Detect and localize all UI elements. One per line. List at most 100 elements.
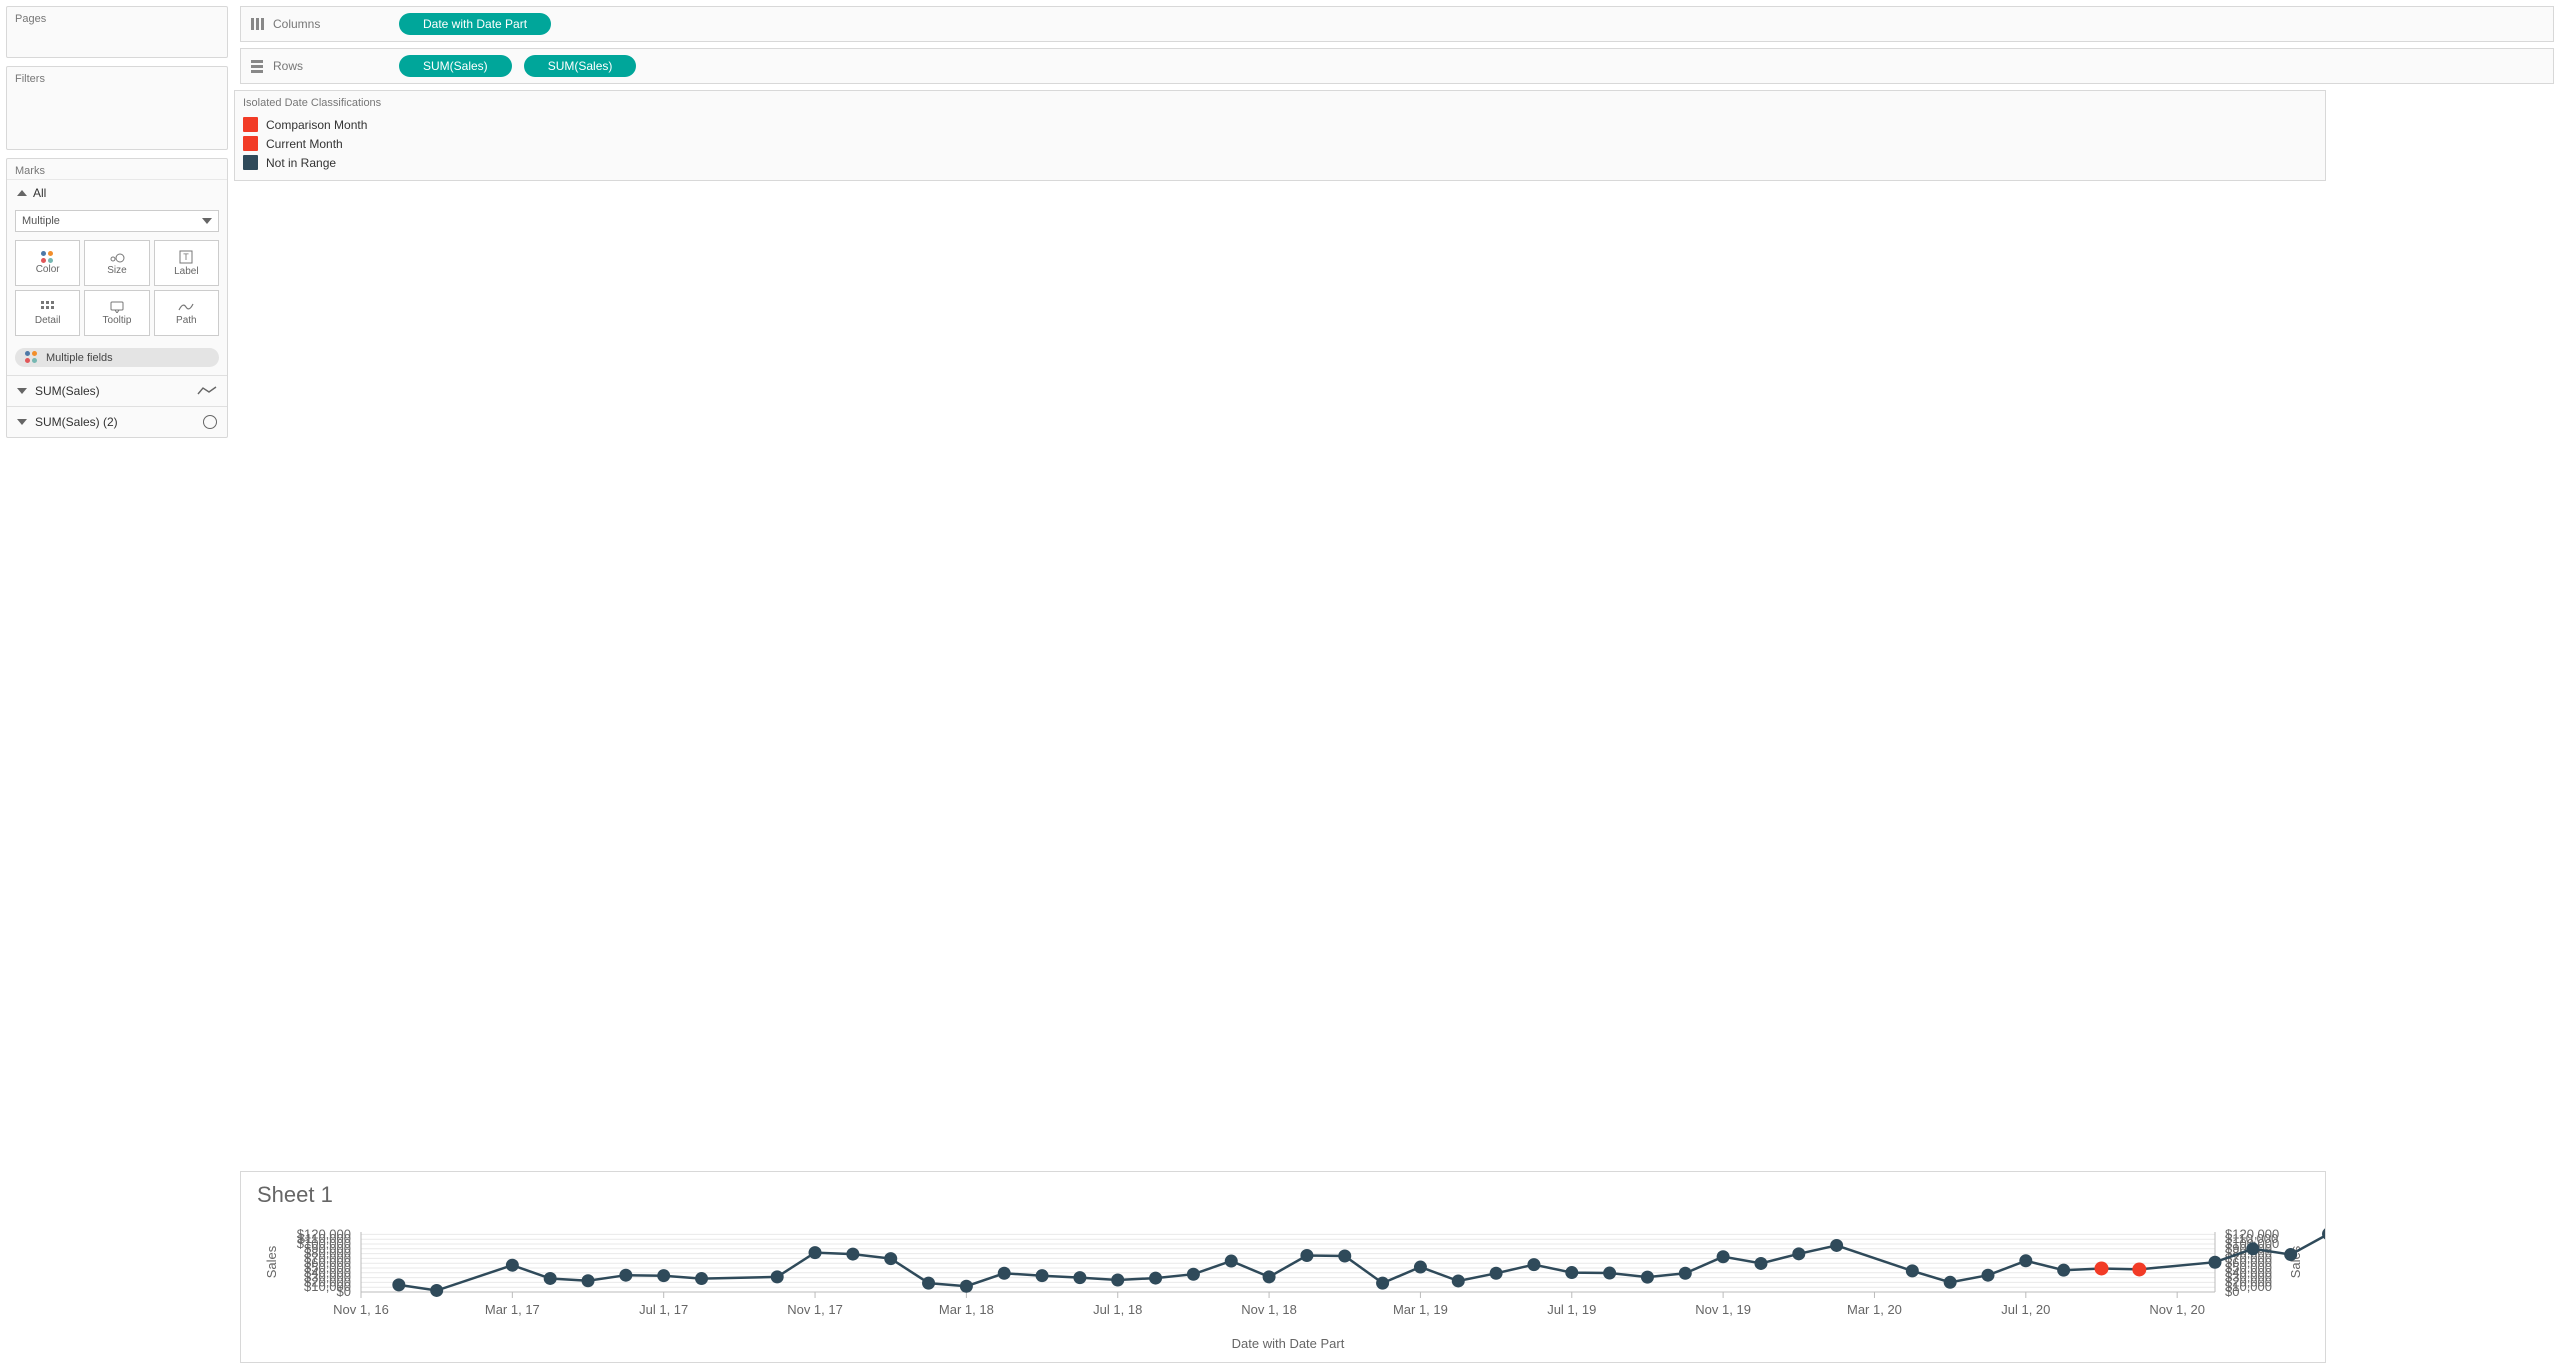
chart-point[interactable]: [1073, 1271, 1086, 1284]
color-icon: [25, 351, 38, 364]
chart-point[interactable]: [1754, 1257, 1767, 1270]
chart-point[interactable]: [657, 1269, 670, 1282]
chart-point[interactable]: [544, 1272, 557, 1285]
chart-point[interactable]: [430, 1284, 443, 1297]
chart-point[interactable]: [1603, 1267, 1616, 1280]
mark-tooltip-button[interactable]: Tooltip: [84, 290, 149, 336]
svg-text:T: T: [184, 252, 190, 262]
chart-point[interactable]: [2246, 1242, 2259, 1255]
chevron-down-icon: [202, 218, 212, 224]
mark-detail-button[interactable]: Detail: [15, 290, 80, 336]
chart-point[interactable]: [582, 1274, 595, 1287]
right-sidebar: Isolated Date Classifications Comparison…: [234, 90, 2332, 1171]
chart-point[interactable]: [1981, 1269, 1994, 1282]
chart-point[interactable]: [1944, 1276, 1957, 1289]
chart-point[interactable]: [1149, 1272, 1162, 1285]
svg-text:Nov 1, 18: Nov 1, 18: [1241, 1302, 1297, 1317]
color-icon: [41, 251, 54, 264]
marks-all-row[interactable]: All: [7, 179, 227, 206]
svg-text:Nov 1, 19: Nov 1, 19: [1695, 1302, 1751, 1317]
chart-point[interactable]: [1338, 1250, 1351, 1263]
chart[interactable]: $0$0$10,000$10,000$20,000$20,000$30,000$…: [241, 1212, 2325, 1362]
legend-item[interactable]: Not in Range: [241, 153, 2319, 172]
chart-point[interactable]: [1452, 1274, 1465, 1287]
legend-item-label: Current Month: [266, 137, 343, 151]
legend-swatch: [243, 155, 258, 170]
chart-point[interactable]: [884, 1252, 897, 1265]
chart-point[interactable]: [1036, 1269, 1049, 1282]
svg-text:$120,000: $120,000: [297, 1226, 351, 1241]
chart-point[interactable]: [1717, 1250, 1730, 1263]
svg-text:$120,000: $120,000: [2225, 1226, 2279, 1241]
rows-shelf[interactable]: Rows SUM(Sales) SUM(Sales): [240, 48, 2554, 84]
mark-size-button[interactable]: Size: [84, 240, 149, 286]
multiple-fields-pill[interactable]: Multiple fields: [15, 348, 219, 367]
chart-point[interactable]: [846, 1248, 859, 1261]
chart-point[interactable]: [1263, 1270, 1276, 1283]
columns-shelf[interactable]: Columns Date with Date Part: [240, 6, 2554, 42]
pages-panel: Pages: [6, 6, 228, 58]
chart-point[interactable]: [619, 1269, 632, 1282]
chart-point[interactable]: [1111, 1274, 1124, 1287]
filters-label: Filters: [15, 73, 219, 87]
label-icon: T: [179, 250, 193, 264]
chart-point[interactable]: [1906, 1264, 1919, 1277]
legend-title: Isolated Date Classifications: [241, 95, 2319, 115]
svg-text:Date with Date Part: Date with Date Part: [1232, 1336, 1345, 1351]
size-icon: [109, 251, 125, 263]
chart-point[interactable]: [1225, 1255, 1238, 1268]
chart-point[interactable]: [1376, 1277, 1389, 1290]
chevron-down-icon: [17, 419, 27, 425]
mark-label-button[interactable]: T Label: [154, 240, 219, 286]
filters-panel: Filters: [6, 66, 228, 150]
chart-point-highlight[interactable]: [2094, 1261, 2108, 1275]
columns-icon: [249, 16, 265, 32]
chart-point[interactable]: [922, 1277, 935, 1290]
chart-point[interactable]: [1527, 1258, 1540, 1271]
mark-type-select[interactable]: Multiple: [15, 210, 219, 232]
chart-point[interactable]: [809, 1246, 822, 1259]
chart-point[interactable]: [1490, 1267, 1503, 1280]
chart-point[interactable]: [1414, 1261, 1427, 1274]
chart-point[interactable]: [1641, 1271, 1654, 1284]
sum-sales-row-2[interactable]: SUM(Sales) (2): [7, 406, 227, 437]
rows-pill-1[interactable]: SUM(Sales): [399, 55, 512, 77]
chart-point[interactable]: [960, 1280, 973, 1293]
sum-sales-row-1[interactable]: SUM(Sales): [7, 375, 227, 406]
svg-text:Jul 1, 20: Jul 1, 20: [2001, 1302, 2050, 1317]
left-sidebar: Pages Filters Marks All Multiple: [0, 0, 234, 1171]
legend-swatch: [243, 117, 258, 132]
marks-panel: Marks All Multiple Color: [6, 158, 228, 438]
svg-text:Nov 1, 16: Nov 1, 16: [333, 1302, 389, 1317]
columns-pill-1[interactable]: Date with Date Part: [399, 13, 551, 35]
chart-point[interactable]: [1792, 1247, 1805, 1260]
chart-point[interactable]: [695, 1272, 708, 1285]
chart-point[interactable]: [2209, 1256, 2222, 1269]
chart-point[interactable]: [1187, 1268, 1200, 1281]
legend-item[interactable]: Current Month: [241, 134, 2319, 153]
chart-point-highlight[interactable]: [2132, 1262, 2146, 1276]
chart-point[interactable]: [2284, 1248, 2297, 1261]
svg-text:Mar 1, 17: Mar 1, 17: [485, 1302, 540, 1317]
mark-color-button[interactable]: Color: [15, 240, 80, 286]
line-mark-icon: [197, 385, 217, 397]
chart-point[interactable]: [2057, 1264, 2070, 1277]
pages-label: Pages: [15, 13, 219, 27]
legend-panel: Isolated Date Classifications Comparison…: [234, 90, 2326, 181]
svg-text:Mar 1, 19: Mar 1, 19: [1393, 1302, 1448, 1317]
legend-item[interactable]: Comparison Month: [241, 115, 2319, 134]
detail-icon: [41, 301, 55, 313]
svg-text:Jul 1, 17: Jul 1, 17: [639, 1302, 688, 1317]
chart-point[interactable]: [998, 1267, 1011, 1280]
chart-point[interactable]: [771, 1270, 784, 1283]
chart-point[interactable]: [392, 1278, 405, 1291]
chart-point[interactable]: [2019, 1254, 2032, 1267]
chart-point[interactable]: [1830, 1239, 1843, 1252]
chart-point[interactable]: [1679, 1267, 1692, 1280]
chart-point[interactable]: [506, 1259, 519, 1272]
rows-pill-2[interactable]: SUM(Sales): [524, 55, 637, 77]
mark-path-button[interactable]: Path: [154, 290, 219, 336]
chart-point[interactable]: [1300, 1249, 1313, 1262]
chart-point[interactable]: [1565, 1266, 1578, 1279]
marks-all-label: All: [33, 186, 46, 200]
